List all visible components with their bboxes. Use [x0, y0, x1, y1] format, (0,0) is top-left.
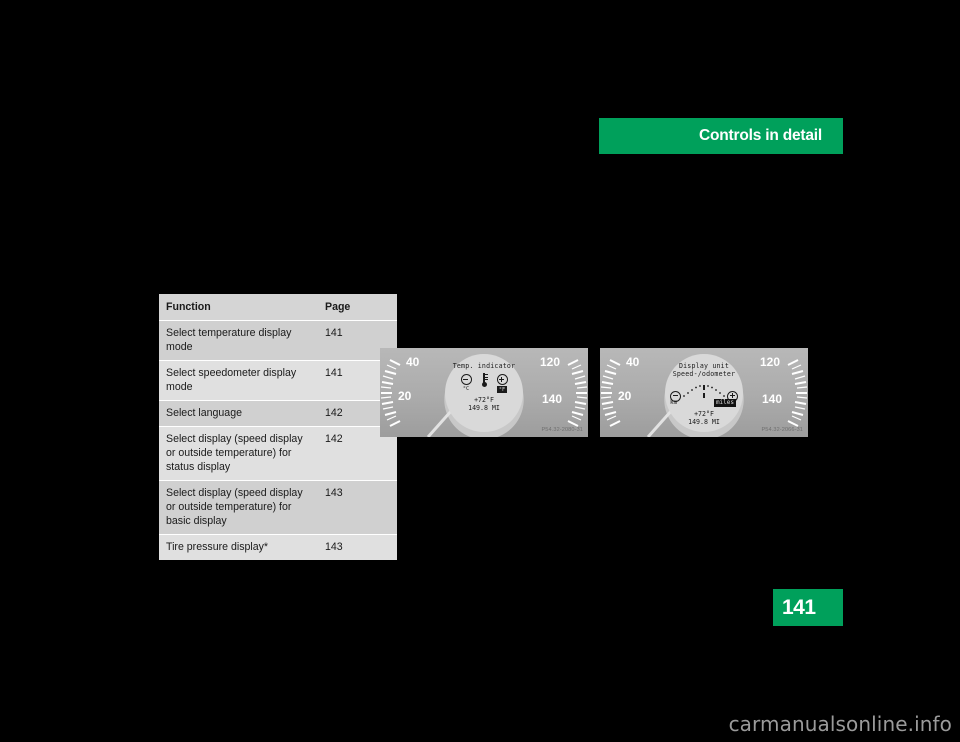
fahrenheit-option[interactable]: °F — [496, 374, 508, 393]
column-header-page: Page — [318, 294, 397, 321]
figure-caption: P54.32-2066-31 — [761, 427, 803, 433]
display-unit-selector: km miles — [668, 381, 740, 407]
readout-odometer: 149.8 MI — [468, 404, 500, 412]
display-readout: +72°F 149.8 MI — [468, 396, 500, 412]
column-header-function: Function — [159, 294, 318, 321]
celsius-option[interactable]: °C — [460, 374, 472, 392]
unit-option-km[interactable]: km — [670, 399, 677, 406]
cell-function: Select temperature display mode — [159, 320, 318, 361]
section-banner-title: Controls in detail — [699, 127, 822, 144]
display-subtitle: Speed-/odometer — [672, 370, 736, 378]
cell-function: Tire pressure display* — [159, 534, 318, 560]
thermometer-icon — [481, 373, 488, 388]
readout-odometer: 149.8 MI — [688, 417, 720, 426]
display-readout: +72°F 149.8 MI — [688, 410, 720, 426]
table-row: Select display (speed display or outside… — [159, 480, 397, 535]
table-row: Select temperature display mode 141 — [159, 320, 397, 361]
cell-function: Select speedometer display mode — [159, 360, 318, 401]
gauge-tick-label-140: 140 — [762, 392, 782, 406]
unit-options-row: km miles — [668, 398, 740, 407]
watermark: carmanualsonline.info — [728, 712, 952, 736]
gauge-tick-label-120: 120 — [760, 355, 780, 369]
selector-marker-lower — [703, 392, 705, 398]
selector-marker-upper — [703, 384, 705, 390]
gauge-tick-label-140: 140 — [542, 392, 562, 406]
multifunction-display-unit: Display unit Speed-/odometer km miles +7… — [665, 353, 743, 432]
cell-page: 143 — [318, 534, 397, 560]
unit-option-miles[interactable]: miles — [713, 398, 736, 407]
plus-circle-icon — [496, 374, 508, 385]
figure-display-unit: 40 20 120 140 Display unit Speed-/odomet… — [600, 348, 808, 437]
celsius-label: °C — [462, 386, 470, 392]
gauge-tick-label-40: 40 — [626, 355, 640, 369]
thermometer-indicator — [481, 373, 488, 388]
figure-temperature-indicator: 40 20 120 140 Temp. indicator °C °F +72°… — [380, 348, 588, 437]
cell-function: Select language — [159, 400, 318, 427]
cell-page: 143 — [318, 480, 397, 535]
table-header-row: Function Page — [159, 294, 397, 321]
function-page-table: Function Page Select temperature display… — [159, 294, 397, 560]
cell-function: Select display (speed display or outside… — [159, 426, 318, 481]
page-number-tab: 141 — [773, 589, 843, 626]
gauge-tick-label-120: 120 — [540, 355, 560, 369]
readout-temperature: +72°F — [694, 409, 714, 418]
cell-function: Select display (speed display or outside… — [159, 480, 318, 535]
gauge-tick-label-40: 40 — [406, 355, 420, 369]
section-banner: Controls in detail — [599, 118, 843, 154]
minus-circle-icon — [460, 374, 472, 385]
table-row: Select display (speed display or outside… — [159, 426, 397, 481]
multifunction-display-temp: Temp. indicator °C °F +72°F 149.8 MI — [445, 353, 523, 432]
temperature-unit-selector: °C °F — [460, 373, 508, 393]
gauge-tick-label-20: 20 — [618, 389, 632, 403]
table-row: Tire pressure display* 143 — [159, 534, 397, 560]
page-number: 141 — [782, 595, 816, 619]
readout-temperature: +72°F — [474, 396, 494, 404]
table-row: Select speedometer display mode 141 — [159, 360, 397, 401]
table-row: Select language 142 — [159, 400, 397, 427]
display-title: Temp. indicator — [452, 361, 516, 370]
display-title: Display unit — [678, 361, 730, 370]
figure-caption: P54.32-2080-31 — [541, 427, 583, 433]
gauge-tick-label-20: 20 — [398, 389, 412, 403]
fahrenheit-label: °F — [497, 386, 507, 393]
